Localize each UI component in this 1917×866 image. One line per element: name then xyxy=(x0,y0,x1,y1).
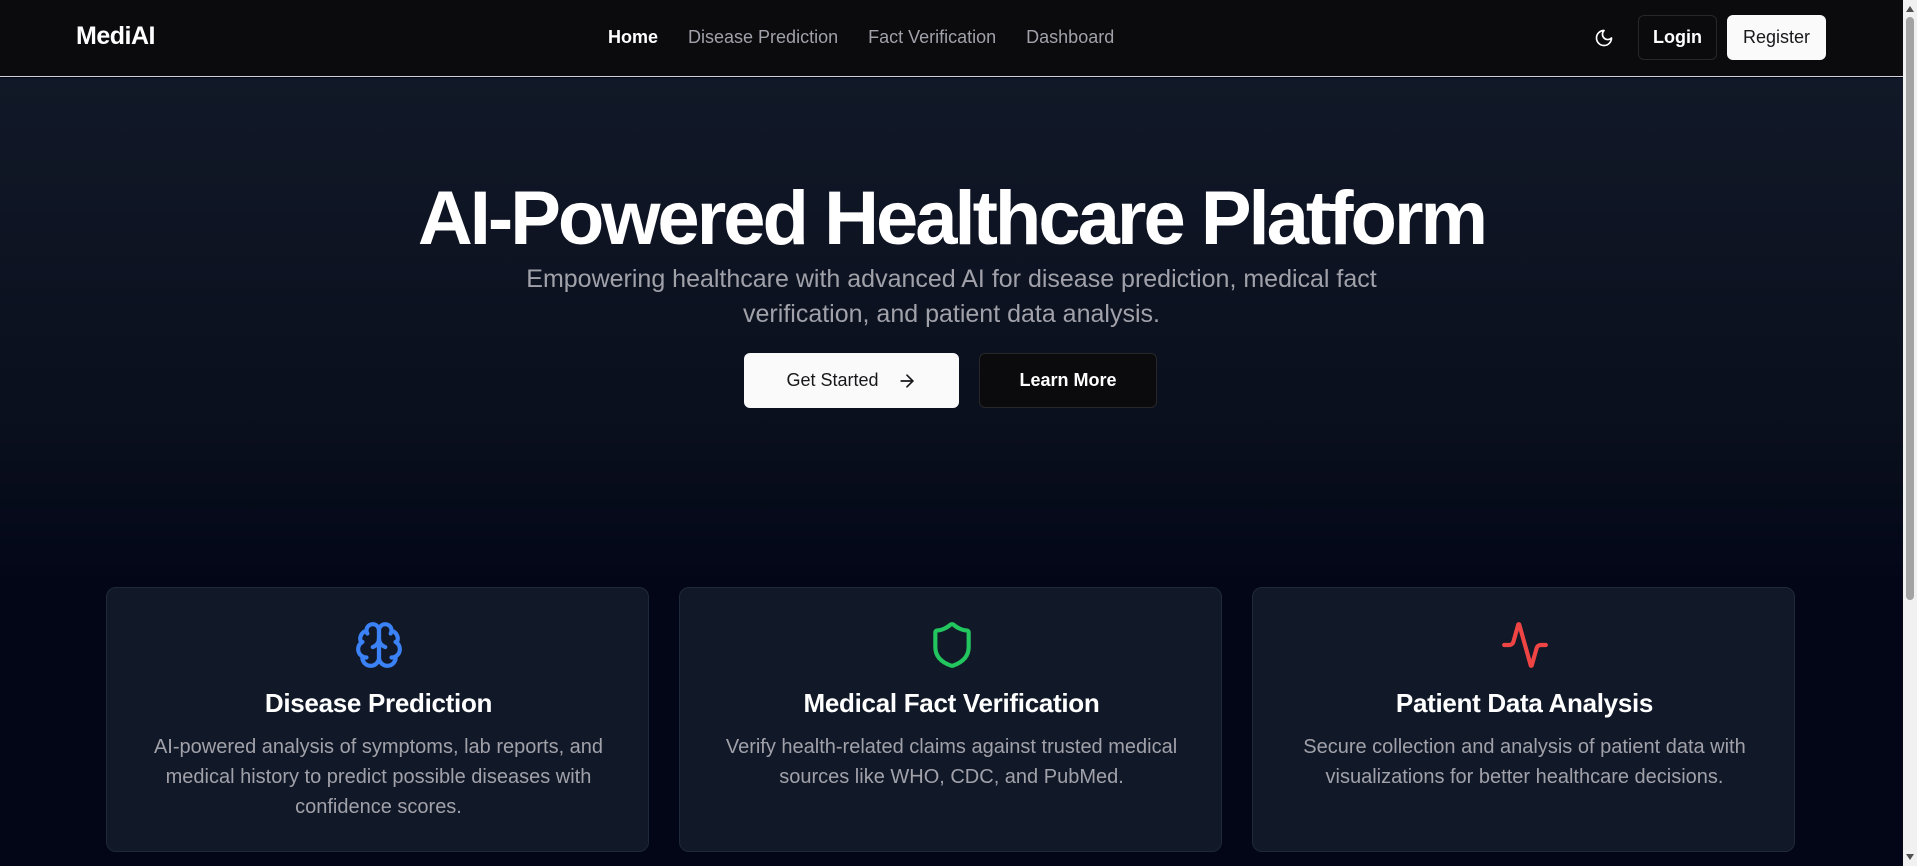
activity-icon xyxy=(1501,622,1548,668)
learn-more-button[interactable]: Learn More xyxy=(979,353,1157,408)
nav-home[interactable]: Home xyxy=(608,27,658,48)
login-button[interactable]: Login xyxy=(1638,15,1717,60)
arrow-right-icon xyxy=(899,373,914,388)
feature-title: Medical Fact Verification xyxy=(803,688,1100,718)
nav-disease-prediction[interactable]: Disease Prediction xyxy=(688,27,838,48)
brand-logo[interactable]: MediAI xyxy=(76,22,155,51)
top-navbar: MediAI Home Disease Prediction Fact Veri… xyxy=(0,0,1903,77)
nav-dashboard[interactable]: Dashboard xyxy=(1026,27,1114,48)
feature-description: Verify health-related claims against tru… xyxy=(725,736,1178,788)
vertical-scrollbar[interactable] xyxy=(1903,0,1917,866)
feature-card-fact-verification[interactable]: Medical Fact Verification Verify health-… xyxy=(679,587,1222,852)
hero-subtitle: Empowering healthcare with advanced AI f… xyxy=(526,265,1377,328)
feature-card-disease-prediction[interactable]: Disease Prediction AI-powered analysis o… xyxy=(106,587,649,852)
feature-card-patient-data[interactable]: Patient Data Analysis Secure collection … xyxy=(1252,587,1795,852)
page: MediAI Home Disease Prediction Fact Veri… xyxy=(0,0,1917,866)
scroll-up-arrow-icon[interactable] xyxy=(1903,2,1917,16)
brain-icon xyxy=(355,622,402,668)
feature-title: Patient Data Analysis xyxy=(1395,688,1654,718)
hero-section: AI-Powered Healthcare Platform Empowerin… xyxy=(0,78,1903,866)
nav-fact-verification[interactable]: Fact Verification xyxy=(868,27,996,48)
get-started-label: Get Started xyxy=(786,370,879,390)
feature-description: Secure collection and analysis of patien… xyxy=(1303,736,1746,788)
theme-toggle-button[interactable] xyxy=(1584,22,1624,54)
main-nav: Home Disease Prediction Fact Verificatio… xyxy=(608,27,1114,48)
shield-icon xyxy=(932,622,971,668)
scroll-thumb[interactable] xyxy=(1906,17,1914,600)
feature-title: Disease Prediction xyxy=(264,688,493,718)
moon-icon xyxy=(1595,29,1613,47)
feature-description: AI-powered analysis of symptoms, lab rep… xyxy=(153,736,604,818)
scroll-down-arrow-icon[interactable] xyxy=(1903,850,1917,864)
register-button[interactable]: Register xyxy=(1727,15,1826,60)
get-started-button[interactable]: Get Started xyxy=(744,353,959,408)
hero-title: AI-Powered Healthcare Platform xyxy=(417,176,1488,261)
